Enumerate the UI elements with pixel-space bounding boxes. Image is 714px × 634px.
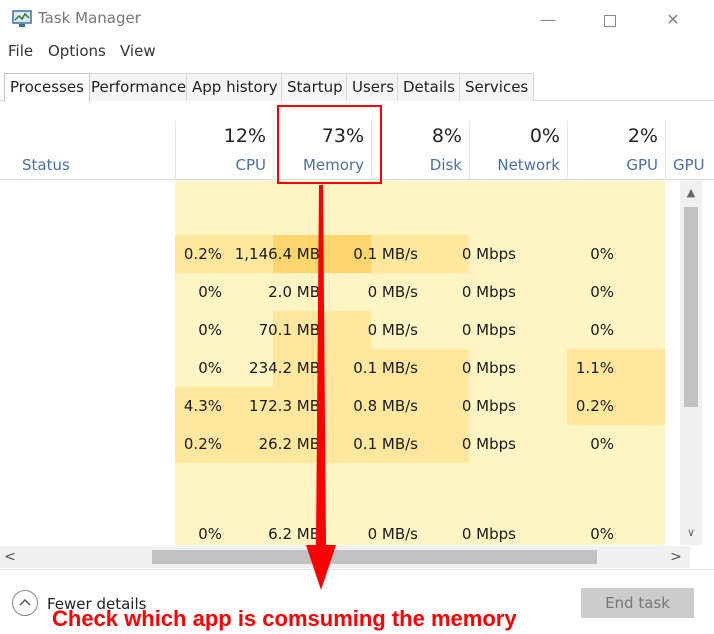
- maximize-icon: [604, 14, 616, 27]
- disk-cell: 0.1 MB/s: [353, 435, 418, 453]
- menu-view[interactable]: View: [120, 42, 156, 60]
- horizontal-scroll-thumb[interactable]: [152, 550, 597, 564]
- menu-file[interactable]: File: [8, 42, 33, 60]
- cpu-cell: 0%: [198, 359, 222, 377]
- column-gpu[interactable]: GPU: [626, 156, 658, 174]
- gpu-cell: 0%: [590, 525, 614, 543]
- column-cpu[interactable]: CPU: [236, 156, 267, 174]
- tab-bar: Processes Performance App history Startu…: [0, 73, 714, 102]
- cpu-cell: 4.3%: [183, 397, 222, 415]
- close-button[interactable]: ✕: [653, 6, 693, 34]
- task-manager-icon: [12, 10, 32, 27]
- fewer-details-toggle[interactable]: [12, 590, 38, 616]
- cpu-cell: 0%: [198, 525, 222, 543]
- down-arrow-icon: [306, 185, 336, 590]
- network-cell: 0 Mbps: [461, 283, 516, 301]
- network-cell: 0 Mbps: [461, 435, 516, 453]
- minimize-button[interactable]: —: [528, 6, 568, 34]
- gpu-cell: 0%: [590, 245, 614, 263]
- tab-processes[interactable]: Processes: [4, 73, 90, 102]
- cpu-cell: 0%: [198, 321, 222, 339]
- vertical-scroll-thumb[interactable]: [684, 207, 698, 407]
- gpu-cell: 0.2%: [575, 397, 614, 415]
- annotation-text: Check which app is comsuming the memory: [52, 606, 517, 631]
- disk-cell: 0 MB/s: [367, 283, 418, 301]
- column-status[interactable]: Status: [22, 156, 70, 174]
- scroll-down-icon[interactable]: ∨: [680, 523, 702, 543]
- cpu-cell: 0%: [198, 283, 222, 301]
- cpu-cell: 0.2%: [183, 435, 222, 453]
- scroll-up-icon[interactable]: ▲: [680, 183, 702, 203]
- horizontal-scrollbar[interactable]: < >: [0, 546, 690, 568]
- gpu-cell: 0%: [590, 321, 614, 339]
- gpu-cell: 1.1%: [575, 359, 614, 377]
- disk-cell: 0.1 MB/s: [353, 245, 418, 263]
- scroll-left-icon[interactable]: <: [0, 546, 20, 568]
- disk-total: 8%: [431, 125, 462, 147]
- menu-options[interactable]: Options: [48, 42, 106, 60]
- gpu-total: 2%: [627, 125, 658, 147]
- tab-app-history[interactable]: App history: [186, 73, 284, 101]
- network-cell: 0 Mbps: [461, 245, 516, 263]
- vertical-scrollbar[interactable]: ▲ ∨: [680, 181, 702, 545]
- title-bar: Task Manager — ✕: [0, 0, 714, 40]
- tab-users[interactable]: Users: [346, 73, 401, 101]
- tab-startup[interactable]: Startup: [281, 73, 349, 101]
- maximize-button[interactable]: [590, 6, 630, 34]
- network-total: 0%: [529, 125, 560, 147]
- window-title: Task Manager: [38, 9, 141, 27]
- end-task-button[interactable]: End task: [581, 588, 694, 618]
- minimize-icon: —: [540, 10, 556, 29]
- gpu-cell: 0%: [590, 435, 614, 453]
- disk-cell: 0 MB/s: [367, 525, 418, 543]
- memory-highlight-box: [277, 105, 382, 184]
- network-cell: 0 Mbps: [461, 359, 516, 377]
- column-disk[interactable]: Disk: [430, 156, 462, 174]
- disk-cell: 0.8 MB/s: [353, 397, 418, 415]
- column-gpu-engine[interactable]: GPU: [673, 156, 705, 174]
- disk-cell: 0 MB/s: [367, 321, 418, 339]
- network-cell: 0 Mbps: [461, 397, 516, 415]
- tab-performance[interactable]: Performance: [85, 73, 193, 101]
- chevron-up-icon: [19, 598, 31, 606]
- tab-services[interactable]: Services: [459, 73, 535, 101]
- gpu-cell: 0%: [590, 283, 614, 301]
- network-cell: 0 Mbps: [461, 321, 516, 339]
- disk-cell: 0.1 MB/s: [353, 359, 418, 377]
- cpu-cell: 0.2%: [183, 245, 222, 263]
- tab-details[interactable]: Details: [397, 73, 462, 101]
- column-network[interactable]: Network: [497, 156, 560, 174]
- network-cell: 0 Mbps: [461, 525, 516, 543]
- scroll-right-icon[interactable]: >: [666, 546, 686, 568]
- cpu-total: 12%: [223, 125, 266, 147]
- close-icon: ✕: [666, 10, 680, 29]
